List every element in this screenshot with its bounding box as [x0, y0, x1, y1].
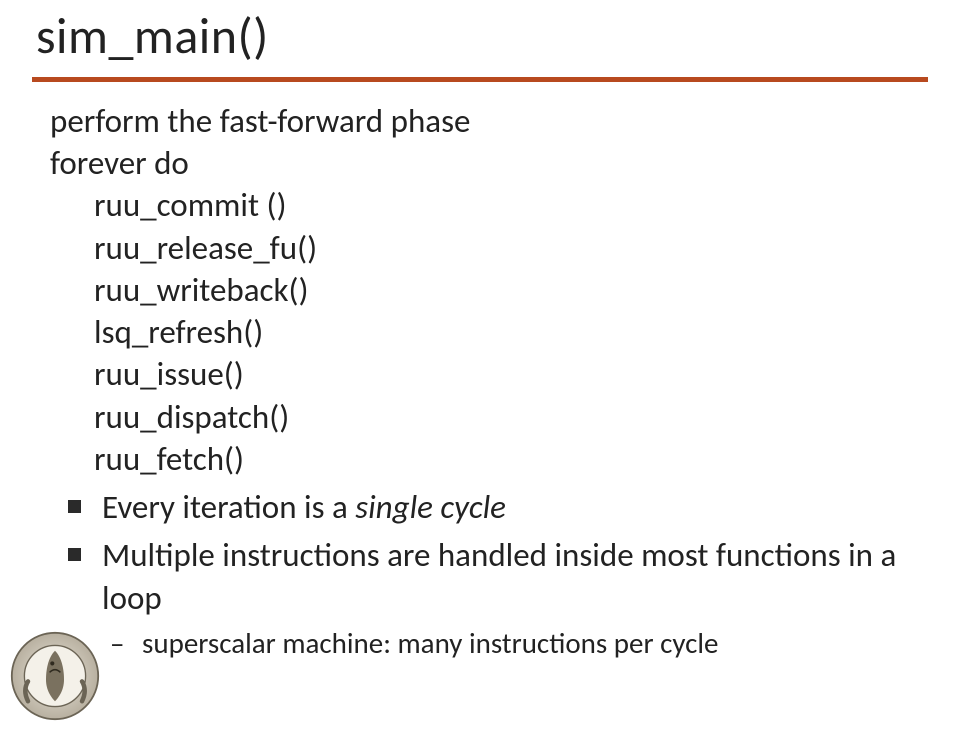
- bullet1-italic: single cycle: [355, 487, 506, 527]
- bullet-item-2: Multiple instructions are handled inside…: [62, 534, 910, 663]
- call-line: ruu_issue(): [50, 353, 910, 395]
- call-line: ruu_commit (): [50, 184, 910, 226]
- bullet2-text: Multiple instructions are handled inside…: [102, 535, 896, 619]
- intro-line-2: forever do: [50, 142, 910, 184]
- title-underline: [32, 77, 928, 82]
- intro-line-1: perform the fast-forward phase: [50, 100, 910, 142]
- bullet-item-1: Every iteration is a single cycle: [62, 486, 910, 530]
- bullet1-prefix: Every iteration is a: [102, 487, 355, 527]
- call-line: ruu_dispatch(): [50, 396, 910, 438]
- university-seal-icon: [10, 631, 100, 721]
- slide-body: perform the fast-forward phase forever d…: [32, 100, 928, 662]
- call-line: ruu_writeback(): [50, 269, 910, 311]
- sub-bullet-item: superscalar machine: many instructions p…: [102, 625, 910, 663]
- call-line: ruu_release_fu(): [50, 227, 910, 269]
- slide: sim_main() perform the fast-forward phas…: [0, 0, 960, 731]
- call-line: lsq_refresh(): [50, 311, 910, 353]
- call-line: ruu_fetch(): [50, 438, 910, 480]
- bullet-list: Every iteration is a single cycle Multip…: [50, 486, 910, 662]
- slide-title: sim_main(): [32, 0, 928, 77]
- sub-bullet-list: superscalar machine: many instructions p…: [102, 625, 910, 663]
